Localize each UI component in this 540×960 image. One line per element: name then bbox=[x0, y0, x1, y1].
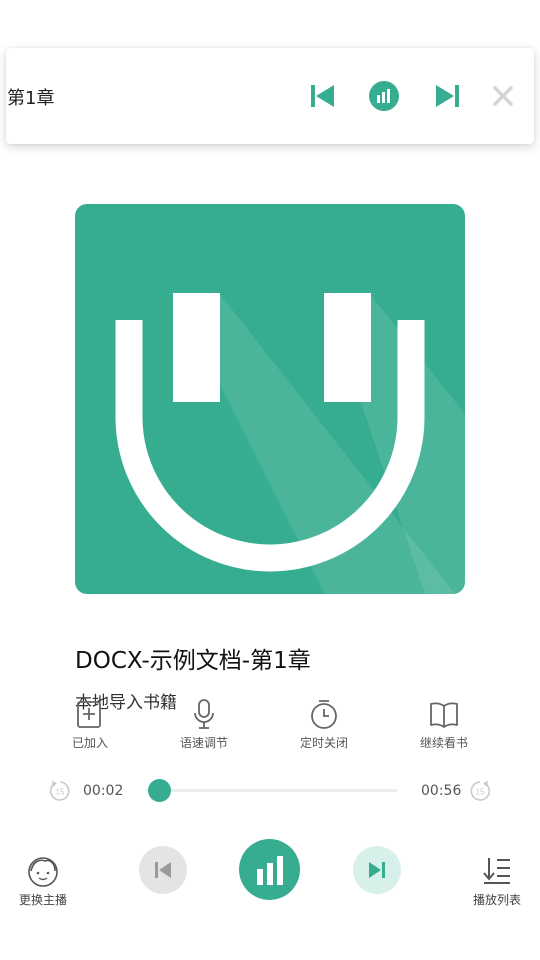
skip-previous-icon bbox=[155, 862, 171, 878]
skip-previous-icon[interactable] bbox=[308, 82, 336, 110]
change-anchor-label: 更换主播 bbox=[18, 893, 67, 907]
change-anchor-button[interactable]: 更换主播 bbox=[12, 854, 74, 908]
mini-player-chapter: 第1章 bbox=[7, 88, 55, 109]
progress-thumb[interactable] bbox=[148, 779, 171, 802]
book-added-icon bbox=[77, 701, 101, 728]
action-timer[interactable]: 定时关闭 bbox=[279, 698, 369, 751]
microphone-icon bbox=[194, 699, 214, 729]
next-chapter-button[interactable] bbox=[353, 846, 401, 894]
skip-next-icon[interactable] bbox=[434, 82, 462, 110]
action-continue-reading[interactable]: 继续看书 bbox=[399, 698, 489, 751]
progress-track[interactable] bbox=[146, 789, 397, 792]
book-title: DOCX-示例文档-第1章 bbox=[75, 648, 311, 674]
open-book-icon bbox=[430, 702, 458, 728]
equalizer-icon bbox=[256, 855, 283, 885]
action-timer-label: 定时关闭 bbox=[299, 736, 348, 750]
action-continue-label: 继续看书 bbox=[419, 736, 468, 750]
equalizer-icon[interactable] bbox=[369, 81, 399, 111]
playlist-icon bbox=[483, 858, 510, 884]
rewind-15-icon[interactable]: 15 bbox=[48, 779, 72, 803]
timer-icon bbox=[311, 700, 337, 729]
current-time: 00:02 bbox=[83, 783, 124, 799]
cover-art bbox=[75, 204, 465, 594]
mini-player[interactable]: 第1章 bbox=[6, 48, 534, 144]
svg-text:15: 15 bbox=[476, 788, 485, 797]
skip-next-icon bbox=[369, 862, 385, 878]
headphones-logo-icon bbox=[115, 293, 465, 594]
close-icon[interactable] bbox=[492, 85, 514, 107]
anchor-avatar-icon bbox=[28, 857, 58, 887]
play-pause-button[interactable] bbox=[239, 839, 300, 900]
action-added[interactable]: 已加入 bbox=[45, 698, 135, 751]
total-time: 00:56 bbox=[421, 783, 462, 799]
action-speed-label: 语速调节 bbox=[179, 736, 228, 750]
previous-chapter-button[interactable] bbox=[139, 846, 187, 894]
playlist-label: 播放列表 bbox=[472, 893, 521, 907]
action-speed[interactable]: 语速调节 bbox=[159, 698, 249, 751]
action-added-label: 已加入 bbox=[71, 736, 108, 750]
svg-text:15: 15 bbox=[56, 788, 65, 797]
playlist-button[interactable]: 播放列表 bbox=[466, 854, 528, 908]
forward-15-icon[interactable]: 15 bbox=[468, 779, 492, 803]
